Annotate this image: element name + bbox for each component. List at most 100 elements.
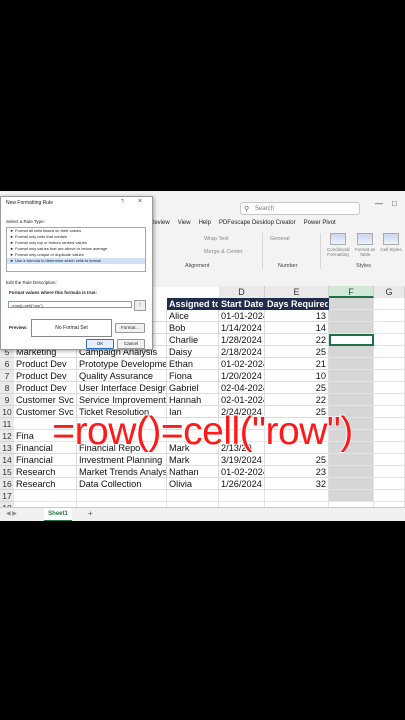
cell-days-required[interactable]: 23 <box>265 466 329 478</box>
row-header[interactable]: 7 <box>0 370 14 382</box>
tab-view[interactable]: View <box>178 220 191 226</box>
cell-department[interactable] <box>14 490 77 502</box>
sheet-tab[interactable]: Sheet1 <box>44 508 72 521</box>
cell-assigned-to[interactable]: Nathan <box>167 466 219 478</box>
cell-task[interactable]: Prototype Development <box>77 358 167 370</box>
cell-assigned-to[interactable]: Charlie <box>167 334 219 346</box>
cell-f[interactable] <box>329 490 374 502</box>
cell-g[interactable] <box>374 322 405 334</box>
cell-g[interactable] <box>374 370 405 382</box>
row-header[interactable]: 14 <box>0 454 14 466</box>
merge-center-button[interactable]: Merge & Center <box>204 249 243 255</box>
column-header-f[interactable]: F <box>329 286 374 298</box>
format-as-table-button[interactable]: Format as Table <box>354 233 376 259</box>
cell-task[interactable]: Quality Assurance <box>77 370 167 382</box>
tab-pdfescape[interactable]: PDFescape Desktop Creator <box>219 220 296 226</box>
cell-f1[interactable] <box>329 298 374 310</box>
cell-g[interactable] <box>374 466 405 478</box>
cell-g[interactable] <box>374 334 405 346</box>
maximize-icon[interactable]: □ <box>392 199 397 208</box>
cell-assigned-to[interactable]: Gabriel <box>167 382 219 394</box>
cell-g[interactable] <box>374 478 405 490</box>
sheet-nav-arrows-icon[interactable]: ◀ ▶ <box>6 508 17 520</box>
cell-f[interactable] <box>329 346 374 358</box>
cell-f[interactable] <box>329 454 374 466</box>
cell-f[interactable] <box>329 322 374 334</box>
cell-f[interactable] <box>329 358 374 370</box>
cell-department[interactable]: Product Dev <box>14 370 77 382</box>
cell-assigned-to[interactable]: Daisy <box>167 346 219 358</box>
cell-g[interactable] <box>374 490 405 502</box>
column-header-d[interactable]: D <box>219 286 265 298</box>
cell-start-date[interactable]: 2/18/2024 <box>219 346 265 358</box>
cell-days-required[interactable]: 10 <box>265 370 329 382</box>
cell-days-required[interactable]: 14 <box>265 322 329 334</box>
column-header-e[interactable]: E <box>265 286 329 298</box>
cell-start-date[interactable]: 1/26/2024 <box>219 478 265 490</box>
row-header[interactable]: 15 <box>0 466 14 478</box>
cell-days-required[interactable]: 25 <box>265 346 329 358</box>
wrap-text-button[interactable]: Wrap Text <box>204 236 229 242</box>
cell-task[interactable]: Market Trends Analysis <box>77 466 167 478</box>
cell-department[interactable]: Product Dev <box>14 382 77 394</box>
header-days-required[interactable]: Days Required <box>265 298 329 310</box>
cell-start-date[interactable]: 01-01-2024 <box>219 310 265 322</box>
cell-start-date[interactable]: 3/19/2024 <box>219 454 265 466</box>
cell-start-date[interactable]: 01-02-2024 <box>219 358 265 370</box>
tab-power-pivot[interactable]: Power Pivot <box>304 220 336 226</box>
cell-start-date[interactable]: 1/28/2024 <box>219 334 265 346</box>
close-icon[interactable]: × <box>138 198 142 205</box>
cell-g[interactable] <box>374 310 405 322</box>
row-header[interactable]: 6 <box>0 358 14 370</box>
rule-type-item-selected[interactable]: ► Use a formula to determine which cells… <box>7 258 145 264</box>
cell-days-required[interactable]: 13 <box>265 310 329 322</box>
cell-assigned-to[interactable]: Olivia <box>167 478 219 490</box>
header-start-date[interactable]: Start Date <box>219 298 265 310</box>
add-sheet-button[interactable]: + <box>88 508 93 520</box>
formula-input[interactable]: =row()=cell("row") <box>8 301 132 308</box>
cell-g[interactable] <box>374 382 405 394</box>
cell-task[interactable]: Investment Planning <box>77 454 167 466</box>
cell-task[interactable]: Service Improvement <box>77 394 167 406</box>
conditional-formatting-button[interactable]: Conditional Formatting <box>327 233 350 259</box>
cell-task[interactable] <box>77 490 167 502</box>
format-button[interactable]: Format... <box>115 323 145 333</box>
cell-assigned-to[interactable] <box>167 490 219 502</box>
help-icon[interactable]: ? <box>121 199 124 205</box>
cancel-button[interactable]: Cancel <box>117 339 145 349</box>
cell-days-required[interactable]: 22 <box>265 334 329 346</box>
cell-start-date[interactable]: 02-04-2024 <box>219 382 265 394</box>
cell-department[interactable]: Financial <box>14 454 77 466</box>
cell-g[interactable] <box>374 358 405 370</box>
row-header[interactable]: 16 <box>0 478 14 490</box>
search-box[interactable]: ⚲ Search <box>240 202 360 215</box>
row-header[interactable]: 17 <box>0 490 14 502</box>
cell-days-required[interactable]: 25 <box>265 454 329 466</box>
cell-days-required[interactable] <box>265 490 329 502</box>
cell-f[interactable] <box>329 466 374 478</box>
cell-department[interactable]: Research <box>14 466 77 478</box>
cell-department[interactable]: Research <box>14 478 77 490</box>
cell-department[interactable]: Customer Svc <box>14 394 77 406</box>
cell-assigned-to[interactable]: Ethan <box>167 358 219 370</box>
cell-days-required[interactable]: 32 <box>265 478 329 490</box>
cell-g[interactable] <box>374 394 405 406</box>
cell-assigned-to[interactable]: Hannah <box>167 394 219 406</box>
number-format-dropdown[interactable]: General <box>270 236 290 242</box>
cell-department[interactable]: Product Dev <box>14 358 77 370</box>
cell-days-required[interactable]: 22 <box>265 394 329 406</box>
cell-start-date[interactable] <box>219 490 265 502</box>
cell-start-date[interactable]: 02-01-2024 <box>219 394 265 406</box>
column-header-g[interactable]: G <box>374 286 405 298</box>
cell-f[interactable] <box>329 370 374 382</box>
cell-f[interactable] <box>329 394 374 406</box>
cell-days-required[interactable]: 21 <box>265 358 329 370</box>
ok-button[interactable]: OK <box>86 339 114 349</box>
cell-assigned-to[interactable]: Bob <box>167 322 219 334</box>
cell-styles-button[interactable]: Cell Styles <box>380 233 402 259</box>
row-header[interactable]: 8 <box>0 382 14 394</box>
cell-start-date[interactable]: 1/14/2024 <box>219 322 265 334</box>
cell-start-date[interactable]: 1/20/2024 <box>219 370 265 382</box>
header-assigned-to[interactable]: Assigned to <box>167 298 219 310</box>
minimize-icon[interactable]: — <box>375 199 383 208</box>
